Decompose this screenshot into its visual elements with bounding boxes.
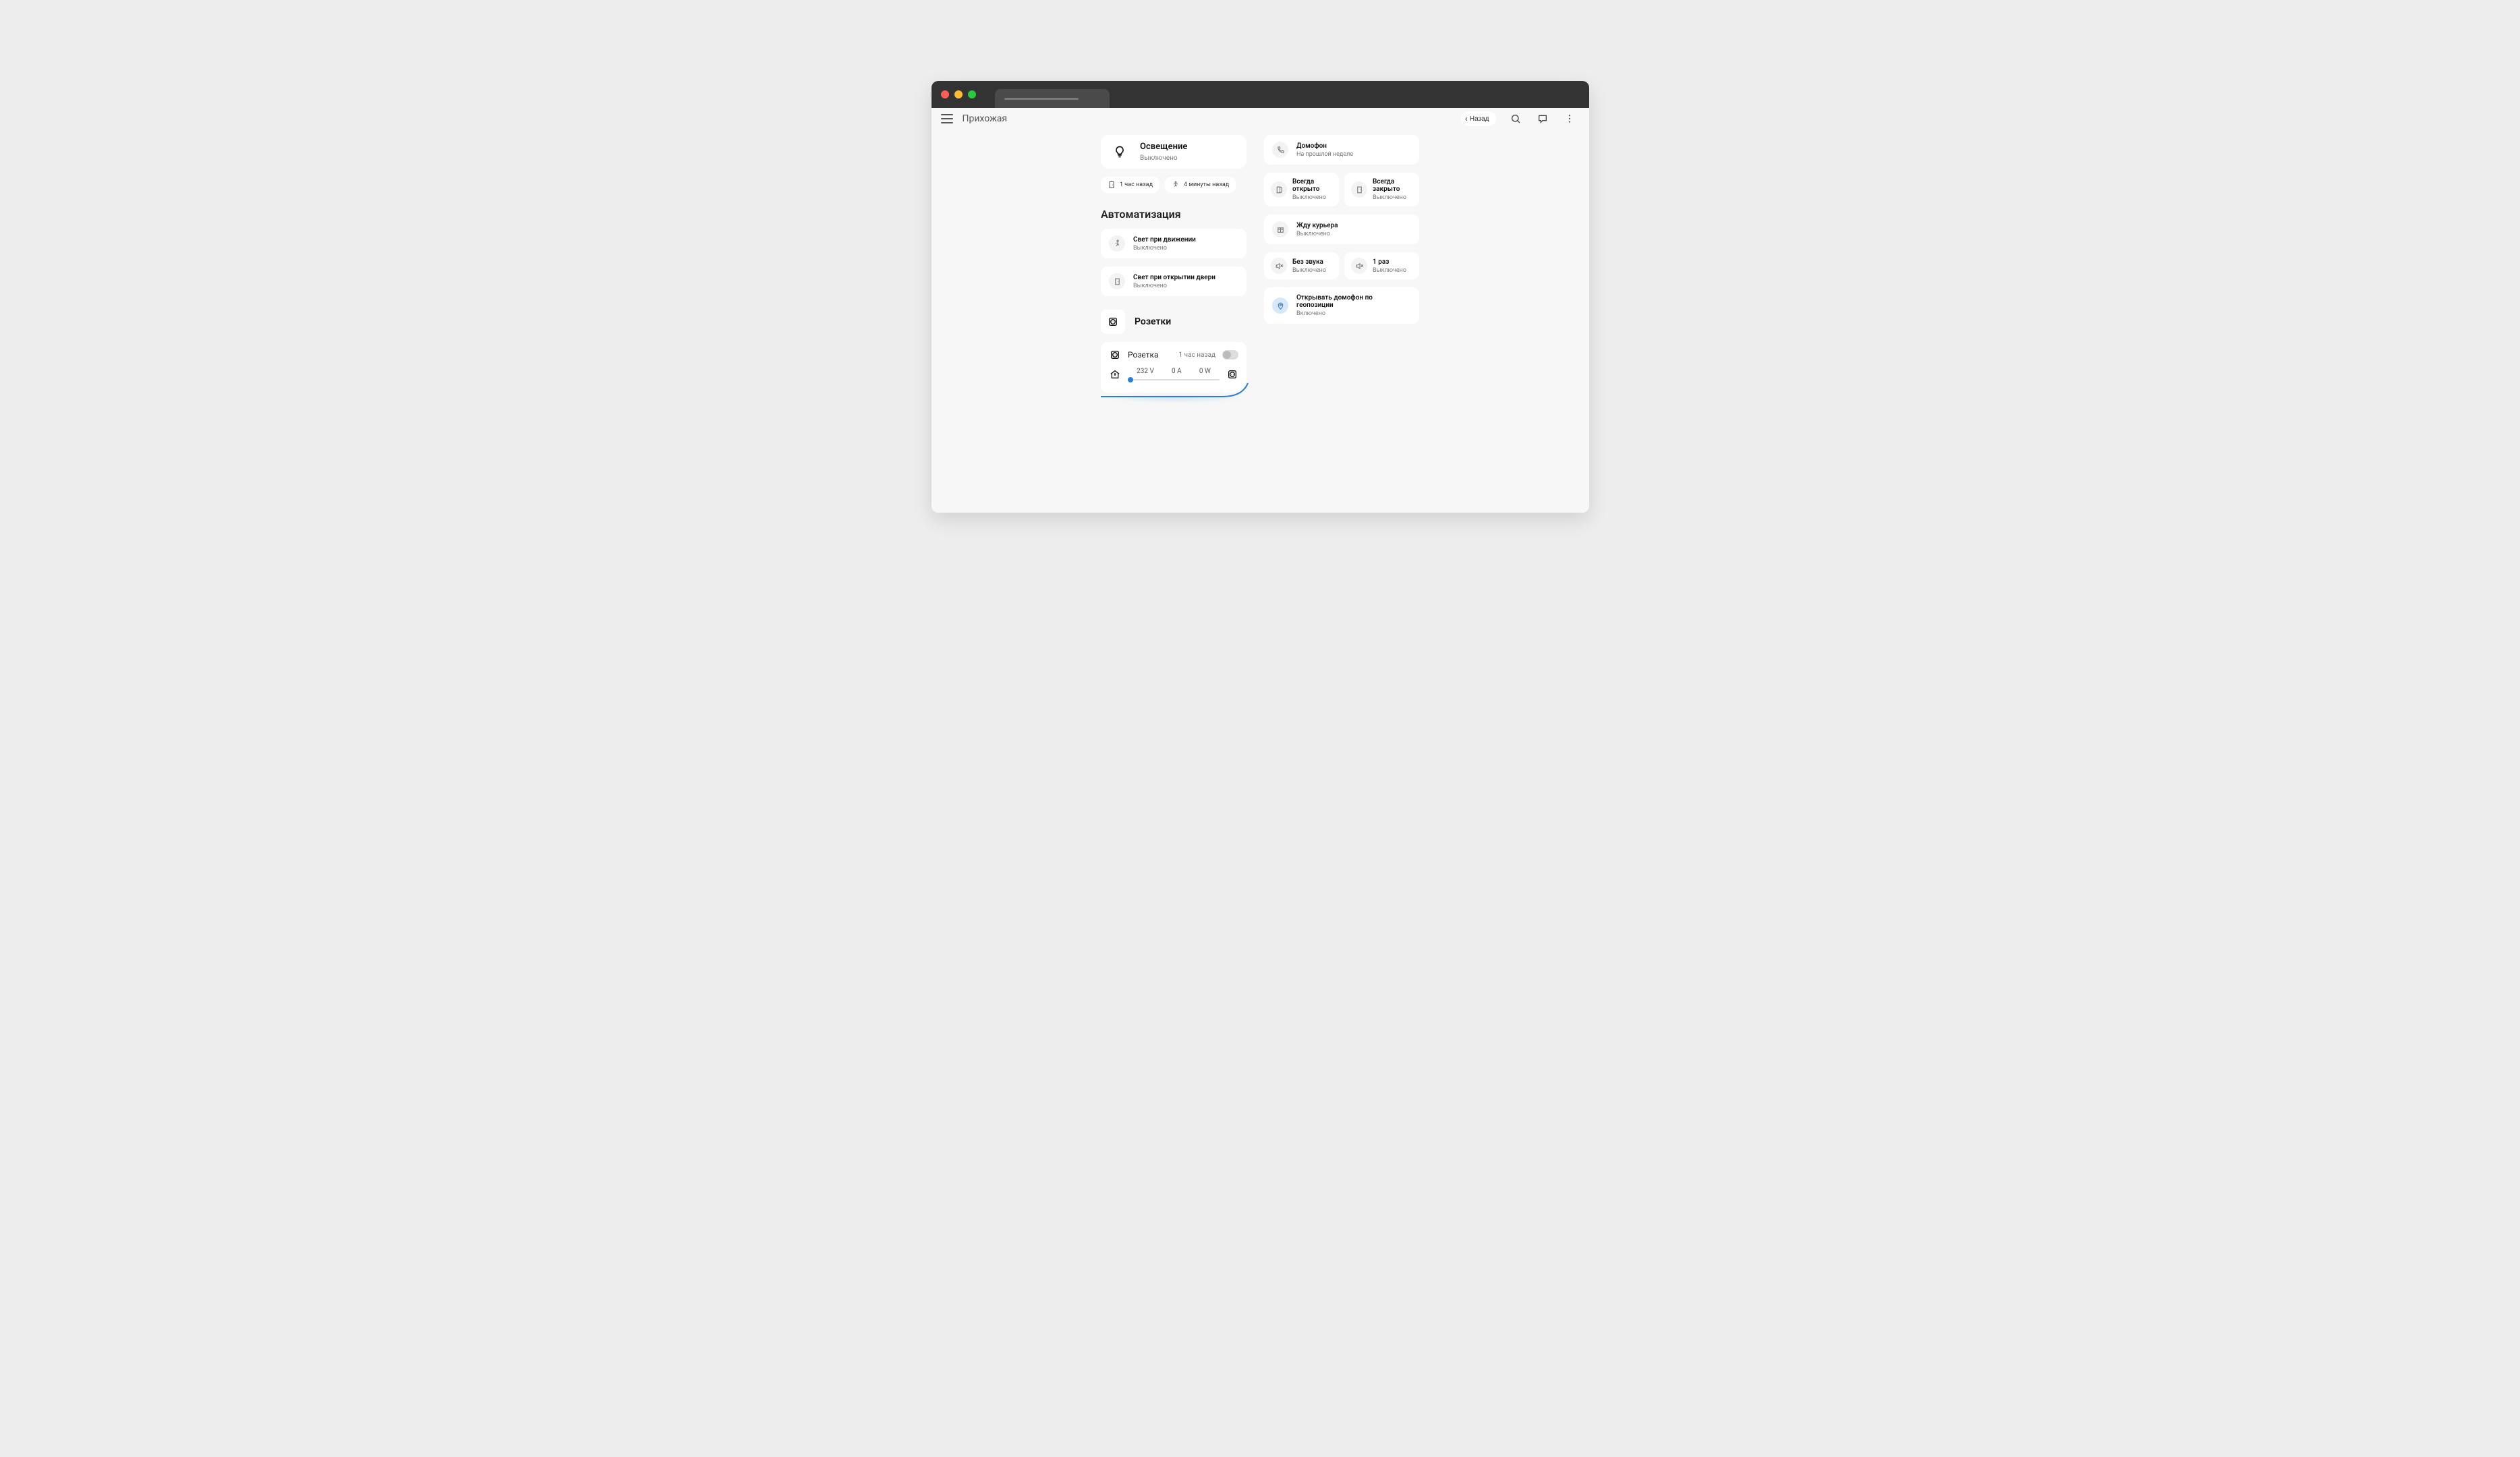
content: Освещение Выключено 1 час назад 4 минуты… (932, 130, 1589, 413)
page-title: Прихожая (963, 113, 1008, 124)
motion-sensor-chip[interactable]: 4 минуты назад (1165, 177, 1236, 193)
pin-icon (1272, 297, 1288, 314)
walk-icon (1109, 235, 1125, 252)
chat-icon[interactable] (1535, 111, 1550, 126)
card-status: Включено (1296, 310, 1411, 317)
automation-door-card[interactable]: Свет при открытии двери Выключено (1101, 266, 1247, 296)
door-closed-icon (1351, 181, 1367, 198)
card-status: Выключено (1133, 283, 1215, 289)
lightbulb-icon (1110, 142, 1129, 161)
lighting-title: Освещение (1140, 142, 1187, 152)
maximize-icon[interactable] (968, 90, 976, 98)
house-icon (1109, 368, 1121, 380)
card-title: Открывать домофон по геопозиции (1296, 294, 1411, 309)
app-header: Прихожая ‹ Назад (932, 108, 1589, 130)
back-button[interactable]: ‹ Назад (1461, 111, 1496, 126)
socket-shadow-decoration (1104, 395, 1248, 402)
socket-name: Розетка (1128, 350, 1159, 360)
tab-title-placeholder (1004, 98, 1079, 100)
card-title: Всегда открыто (1292, 178, 1332, 193)
lighting-status: Выключено (1140, 154, 1187, 162)
sockets-header: Розетки (1101, 310, 1247, 334)
socket-icon (1109, 349, 1121, 361)
browser-window: Прихожая ‹ Назад Освещение Выключено (932, 81, 1589, 513)
lighting-card[interactable]: Освещение Выключено (1101, 135, 1247, 169)
motion-icon (1172, 181, 1180, 189)
sockets-section-title: Розетки (1135, 316, 1171, 327)
close-icon[interactable] (941, 90, 949, 98)
card-status: Выключено (1292, 267, 1326, 274)
power: 0 W (1199, 368, 1211, 375)
card-title: Без звука (1292, 258, 1326, 266)
automation-section-title: Автоматизация (1101, 208, 1247, 221)
card-title: 1 раз (1373, 258, 1406, 266)
window-titlebar (932, 81, 1589, 108)
browser-tab[interactable] (995, 89, 1110, 108)
socket-slider[interactable] (1128, 379, 1220, 380)
menu-icon[interactable] (941, 114, 953, 123)
left-column: Освещение Выключено 1 час назад 4 минуты… (1101, 135, 1247, 393)
card-title: Жду курьера (1296, 222, 1338, 229)
once-card[interactable]: 1 раз Выключено (1344, 252, 1419, 279)
card-status: Выключено (1133, 245, 1196, 252)
motion-sensor-label: 4 минуты назад (1184, 181, 1229, 188)
mute-once-icon (1351, 258, 1367, 274)
card-status: Выключено (1373, 267, 1406, 274)
card-status: На прошлой неделе (1296, 151, 1353, 158)
socket-metrics: 232 V 0 A 0 W (1128, 368, 1220, 375)
minimize-icon[interactable] (954, 90, 963, 98)
card-status: Выключено (1292, 194, 1332, 201)
card-title: Свет при движении (1133, 236, 1196, 244)
mute-card[interactable]: Без звука Выключено (1264, 252, 1339, 279)
door-open-icon (1271, 181, 1287, 198)
intercom-card[interactable]: Домофон На прошлой неделе (1264, 135, 1419, 165)
phone-icon (1272, 142, 1288, 158)
socket-icon (1107, 316, 1119, 328)
sockets-header-icon-box (1101, 310, 1125, 334)
voltage: 232 V (1137, 368, 1154, 375)
package-icon (1272, 221, 1288, 237)
chevron-left-icon: ‹ (1465, 115, 1468, 123)
door-sensor-label: 1 час назад (1120, 181, 1153, 188)
sensor-chips: 1 час назад 4 минуты назад (1101, 177, 1247, 193)
socket-icon (1226, 368, 1238, 380)
more-icon[interactable] (1562, 111, 1577, 126)
geo-open-card[interactable]: Открывать домофон по геопозиции Включено (1264, 287, 1419, 324)
card-title: Всегда закрыто (1373, 178, 1412, 193)
automation-motion-card[interactable]: Свет при движении Выключено (1101, 229, 1247, 258)
card-status: Выключено (1296, 231, 1338, 237)
door-icon (1109, 273, 1125, 289)
current: 0 A (1172, 368, 1182, 375)
socket-card[interactable]: Розетка 1 час назад 232 V 0 A 0 W (1101, 342, 1247, 393)
card-title: Домофон (1296, 142, 1353, 150)
door-sensor-chip[interactable]: 1 час назад (1101, 177, 1159, 193)
wait-courier-card[interactable]: Жду курьера Выключено (1264, 215, 1419, 244)
traffic-lights (941, 90, 976, 98)
card-title: Свет при открытии двери (1133, 274, 1215, 281)
right-column: Домофон На прошлой неделе Всегда открыто… (1264, 135, 1419, 393)
mute-icon (1271, 258, 1287, 274)
search-icon[interactable] (1508, 111, 1523, 126)
back-button-label: Назад (1470, 115, 1489, 123)
always-closed-card[interactable]: Всегда закрыто Выключено (1344, 173, 1419, 206)
always-open-card[interactable]: Всегда открыто Выключено (1264, 173, 1339, 206)
socket-last-active: 1 час назад (1179, 351, 1215, 359)
door-icon (1108, 181, 1116, 189)
socket-toggle[interactable] (1222, 350, 1238, 360)
card-status: Выключено (1373, 194, 1412, 201)
